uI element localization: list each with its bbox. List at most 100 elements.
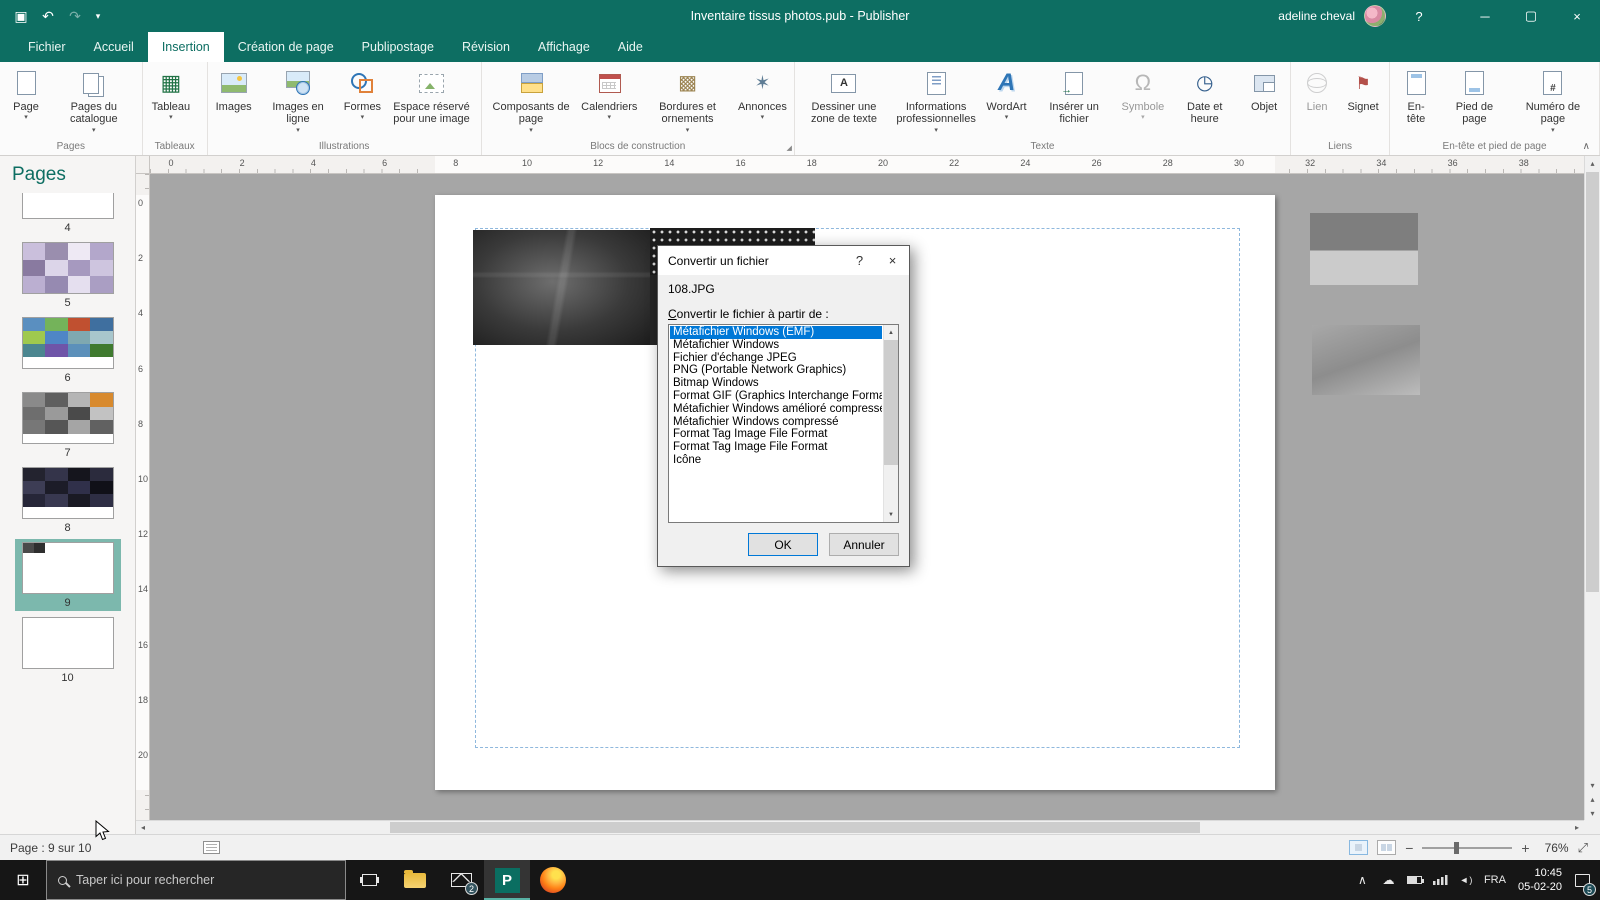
ribbon-button-calendriers[interactable]: Calendriers ▾ — [578, 64, 640, 138]
battery-icon[interactable] — [1402, 860, 1427, 900]
zoom-out-icon[interactable]: − — [1405, 840, 1413, 856]
page-thumbnail-10[interactable]: 10 — [15, 614, 121, 686]
scratch-photo-1[interactable] — [1310, 213, 1418, 285]
page-thumbnail-9[interactable]: 9 — [14, 539, 121, 611]
close-button[interactable]: × — [1554, 0, 1600, 32]
horizontal-scroll-thumb[interactable] — [390, 822, 1200, 833]
ribbon-button-formes[interactable]: Formes ▾ — [340, 64, 384, 138]
network-icon[interactable] — [1428, 860, 1453, 900]
zoom-slider-thumb[interactable] — [1453, 841, 1459, 854]
zoom-percentage[interactable]: 76% — [1539, 841, 1569, 855]
undo-icon[interactable]: ↶ — [35, 3, 61, 29]
save-icon[interactable]: ▣ — [8, 3, 34, 29]
help-button[interactable]: ? — [1402, 0, 1436, 32]
customize-qat-icon[interactable]: ▾ — [89, 3, 107, 29]
ribbon-button-bordures-et-ornements[interactable]: ▩ Bordures et ornements ▾ — [642, 64, 733, 138]
start-button[interactable]: ⊞ — [0, 860, 46, 900]
tab-insertion[interactable]: Insertion — [147, 32, 224, 62]
volume-icon[interactable]: ◄) — [1454, 860, 1479, 900]
ribbon-button-tableau[interactable]: ▦ Tableau ▾ — [147, 64, 196, 138]
zoom-in-icon[interactable]: + — [1521, 840, 1529, 856]
listbox-scrollbar[interactable]: ▲ ▼ — [883, 325, 898, 522]
mail-button[interactable]: 2 — [438, 860, 484, 900]
ribbon-button-lien[interactable]: Lien — [1295, 64, 1339, 138]
ribbon-button-pied-de-page[interactable]: Pied de page — [1440, 64, 1509, 138]
format-option[interactable]: Format GIF (Graphics Interchange Format) — [670, 390, 882, 403]
format-option[interactable]: Icône — [670, 454, 882, 467]
cancel-button[interactable]: Annuler — [829, 533, 899, 556]
tab-fichier[interactable]: Fichier — [14, 32, 80, 62]
publisher-taskbar-button[interactable]: P — [484, 860, 530, 900]
onedrive-icon[interactable]: ☁ — [1376, 860, 1401, 900]
listbox-scroll-up-icon[interactable]: ▲ — [884, 325, 898, 340]
listbox-scroll-track[interactable] — [884, 340, 898, 507]
ribbon-button-informations-professionnelles[interactable]: Informations professionnelles ▾ — [891, 64, 981, 138]
taskbar-search[interactable]: Taper ici pour rechercher — [46, 860, 346, 900]
horizontal-scroll-track[interactable] — [150, 821, 1570, 834]
page-indicator[interactable]: Page : 9 sur 10 — [0, 841, 91, 855]
collapse-ribbon-icon[interactable]: ∧ — [1583, 141, 1590, 152]
clock[interactable]: 10:45 05-02-20 — [1511, 866, 1569, 895]
single-page-view-icon[interactable] — [1349, 840, 1369, 855]
format-option[interactable]: Métafichier Windows (EMF) — [670, 326, 882, 339]
listbox-scroll-down-icon[interactable]: ▼ — [884, 507, 898, 522]
dialog-launcher-icon[interactable]: ◢ — [787, 145, 792, 152]
ribbon-button-objet[interactable]: Objet — [1242, 64, 1286, 138]
tab-publipostage[interactable]: Publipostage — [348, 32, 448, 62]
horizontal-ruler[interactable]: 0 2 4 6 8 10 12 14 16 18 20 22 24 26 28 30 32 34 36 38 — [150, 156, 1584, 174]
ribbon-button-numero-de-page[interactable]: Numéro de page▾ — [1511, 64, 1595, 138]
redo-icon[interactable]: ↷ — [62, 3, 88, 29]
minimize-button[interactable]: ─ — [1462, 0, 1508, 32]
ribbon-button-wordart[interactable]: A WordArt ▾ — [983, 64, 1030, 138]
tray-chevron-icon[interactable]: ∧ — [1350, 860, 1375, 900]
fit-page-icon[interactable]: ⤢ — [1578, 840, 1588, 856]
document-canvas[interactable]: Convertir un fichier ? × 108.JPG Convert… — [150, 174, 1584, 820]
account-name[interactable]: adeline cheval — [1278, 9, 1355, 23]
format-option[interactable]: PNG (Portable Network Graphics) — [670, 364, 882, 377]
ribbon-button-date-et-heure[interactable]: ◷ Date et heure — [1169, 64, 1240, 138]
format-option[interactable]: Métafichier Windows compressé — [670, 416, 882, 429]
page-thumbnail-4[interactable]: 4 — [15, 193, 121, 236]
task-view-button[interactable] — [346, 860, 392, 900]
dialog-help-button[interactable]: ? — [843, 246, 876, 275]
tab-revision[interactable]: Révision — [448, 32, 524, 62]
tab-affichage[interactable]: Affichage — [524, 32, 604, 62]
ribbon-button-symbole[interactable]: Ω Symbole ▾ — [1118, 64, 1167, 138]
vertical-scroll-thumb[interactable] — [1586, 172, 1599, 592]
ribbon-button-espace-reserve-pour-une-image[interactable]: Espace réservé pour une image — [386, 64, 476, 138]
tab-creation-de-page[interactable]: Création de page — [224, 32, 348, 62]
ok-button[interactable]: OK — [748, 533, 818, 556]
action-center-button[interactable]: 5 — [1570, 860, 1596, 900]
file-explorer-button[interactable] — [392, 860, 438, 900]
ribbon-button-composants-de-page[interactable]: Composants de page ▾ — [486, 64, 577, 138]
listbox-scroll-thumb[interactable] — [884, 340, 898, 466]
page-thumbnail-8[interactable]: 8 — [15, 464, 121, 536]
dialog-titlebar[interactable]: Convertir un fichier ? × — [658, 246, 909, 275]
page-thumbnail-6[interactable]: 6 — [15, 314, 121, 386]
maximize-button[interactable]: ▢ — [1508, 0, 1554, 32]
scroll-left-icon[interactable]: ◂ — [136, 821, 150, 834]
page-thumbnail-7[interactable]: 7 — [15, 389, 121, 461]
format-option[interactable]: Métafichier Windows — [670, 339, 882, 352]
firefox-button[interactable] — [530, 860, 576, 900]
two-page-view-icon[interactable] — [1377, 840, 1397, 855]
fabric-photo-leather[interactable] — [473, 230, 650, 345]
scroll-up-icon[interactable]: ▴ — [1585, 156, 1600, 170]
format-option[interactable]: Format Tag Image File Format — [670, 441, 882, 454]
ribbon-button-inserer-un-fichier[interactable]: Insérer un fichier — [1032, 64, 1117, 138]
avatar[interactable] — [1364, 5, 1386, 27]
horizontal-scrollbar[interactable]: ◂ ▸ — [136, 820, 1584, 834]
format-option[interactable]: Format Tag Image File Format — [670, 428, 882, 441]
dialog-close-button[interactable]: × — [876, 246, 909, 275]
ribbon-button-images[interactable]: Images — [212, 64, 256, 138]
tab-aide[interactable]: Aide — [604, 32, 657, 62]
ribbon-button-dessiner-une-zone-de-texte[interactable]: Dessiner une zone de texte — [799, 64, 889, 138]
ribbon-button-page[interactable]: Page ▾ — [4, 64, 48, 138]
scratch-photo-2[interactable] — [1312, 325, 1420, 395]
next-page-icon[interactable]: ▾ — [1585, 806, 1600, 820]
ribbon-button-en-tete[interactable]: En-tête — [1394, 64, 1438, 138]
ribbon-button-annonces[interactable]: ✶ Annonces ▾ — [735, 64, 790, 138]
ribbon-button-pages-du-catalogue[interactable]: Pages du catalogue ▾ — [50, 64, 138, 138]
vertical-scrollbar[interactable]: ▴ ▾ ▴ ▾ — [1584, 156, 1600, 820]
page-thumbnail-5[interactable]: 5 — [15, 239, 121, 311]
